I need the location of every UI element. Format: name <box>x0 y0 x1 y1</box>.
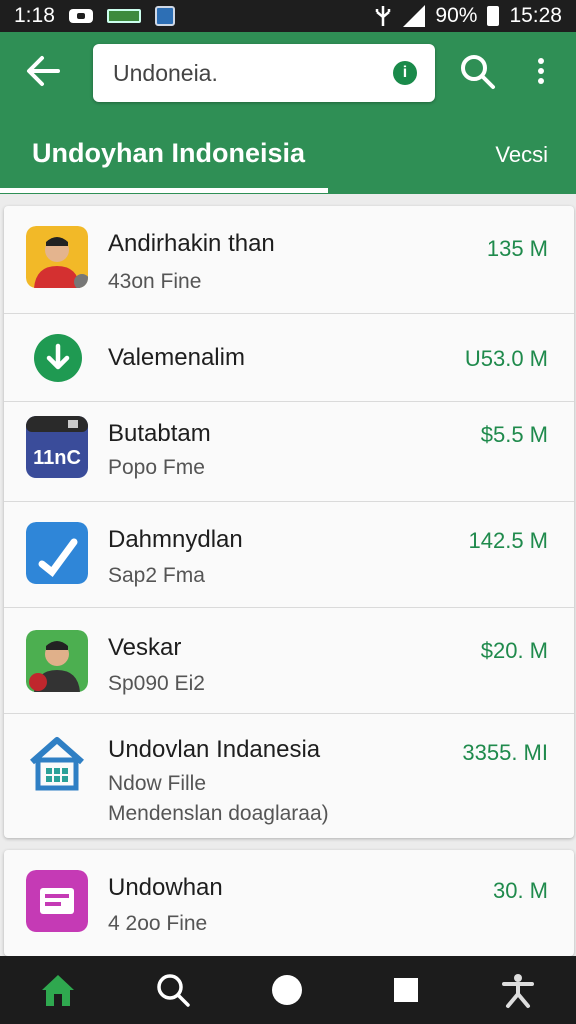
usb-icon <box>376 6 391 26</box>
tab-indicator <box>0 188 328 193</box>
search-icon[interactable] <box>153 970 193 1010</box>
app-name: Valemenalim <box>108 344 245 371</box>
square-recents-icon[interactable] <box>386 970 426 1010</box>
app-name: Andirhakin than <box>108 230 275 257</box>
person-photo-icon <box>26 226 88 288</box>
status-time-right: 15:28 <box>509 4 562 27</box>
signal-icon <box>403 5 426 27</box>
app-notification-icon <box>154 6 175 26</box>
app-list-card: Andirhakin than 43on Fine 135 M Valemena… <box>4 206 574 838</box>
search-icon[interactable] <box>458 52 498 92</box>
app-subtitle: Sap2 Fma <box>108 564 205 587</box>
list-item[interactable]: Valemenalim U53.0 M <box>4 314 574 402</box>
app-size: 3355. MI <box>462 740 548 765</box>
game-controller-icon <box>68 9 93 23</box>
app-name: Dahmnydlan <box>108 526 243 553</box>
list-item[interactable]: Undowhan 4 2oo Fine 30. M <box>4 850 574 956</box>
app-subtitle-secondary: Mendenslan doaglaraa) <box>108 802 329 825</box>
app-subtitle: Ndow Fille <box>108 772 207 795</box>
tab-versions[interactable]: Vecsi <box>495 142 548 168</box>
calendar-app-icon: 11nC <box>26 416 88 478</box>
status-time-left: 1:18 <box>14 4 55 27</box>
calendar-icon-text: 11nC <box>33 447 81 469</box>
tab-main[interactable]: Undoyhan Indoneisia <box>32 138 305 169</box>
search-input[interactable]: Undoneia. i <box>93 44 435 102</box>
search-input-value: Undoneia. <box>113 60 218 86</box>
back-arrow-icon[interactable] <box>22 50 64 92</box>
app-bar: Undoneia. i Undoyhan Indoneisia Vecsi <box>0 32 576 194</box>
status-bar: 1:18 90% 15:28 <box>0 0 576 32</box>
app-size: $20. M <box>480 638 548 663</box>
app-subtitle: 4 2oo Fine <box>108 912 208 935</box>
house-app-icon <box>26 732 88 794</box>
list-item[interactable]: Andirhakin than 43on Fine 135 M <box>4 206 574 314</box>
app-size: U53.0 M <box>464 346 548 371</box>
app-name: Veskar <box>108 634 182 661</box>
app-size: 142.5 M <box>468 528 549 553</box>
list-item[interactable]: Undovlan Indanesia Ndow Fille Mendenslan… <box>4 714 574 838</box>
battery-icon <box>487 6 500 26</box>
accessibility-icon[interactable] <box>498 970 538 1010</box>
app-subtitle: 43on Fine <box>108 270 202 293</box>
list-item[interactable]: Dahmnydlan Sap2 Fma 142.5 M <box>4 502 574 608</box>
info-icon[interactable]: i <box>393 61 417 85</box>
list-item[interactable]: 11nC Butabtam Popo Fme $5.5 M <box>4 402 574 502</box>
battery-pill-icon <box>106 9 141 23</box>
app-size: $5.5 M <box>480 422 548 447</box>
app-size: 30. M <box>492 878 548 903</box>
home-icon[interactable] <box>38 970 78 1010</box>
app-subtitle: Sp090 Ei2 <box>108 672 205 695</box>
checkmark-app-icon <box>26 522 88 584</box>
download-check-icon <box>34 334 82 382</box>
app-name: Undovlan Indanesia <box>108 736 321 763</box>
circle-home-icon[interactable] <box>267 970 307 1010</box>
app-size: 135 M <box>486 236 548 261</box>
more-options-icon[interactable] <box>526 54 556 92</box>
app-list-card-secondary: Undowhan 4 2oo Fine 30. M <box>4 850 574 956</box>
person-photo-icon <box>26 630 88 692</box>
bottom-nav <box>0 956 576 1024</box>
battery-percent: 90% <box>435 4 478 27</box>
document-app-icon <box>26 870 88 932</box>
app-subtitle: Popo Fme <box>108 456 205 479</box>
app-name: Butabtam <box>108 420 211 447</box>
app-name: Undowhan <box>108 874 223 901</box>
list-item[interactable]: Veskar Sp090 Ei2 $20. M <box>4 608 574 714</box>
